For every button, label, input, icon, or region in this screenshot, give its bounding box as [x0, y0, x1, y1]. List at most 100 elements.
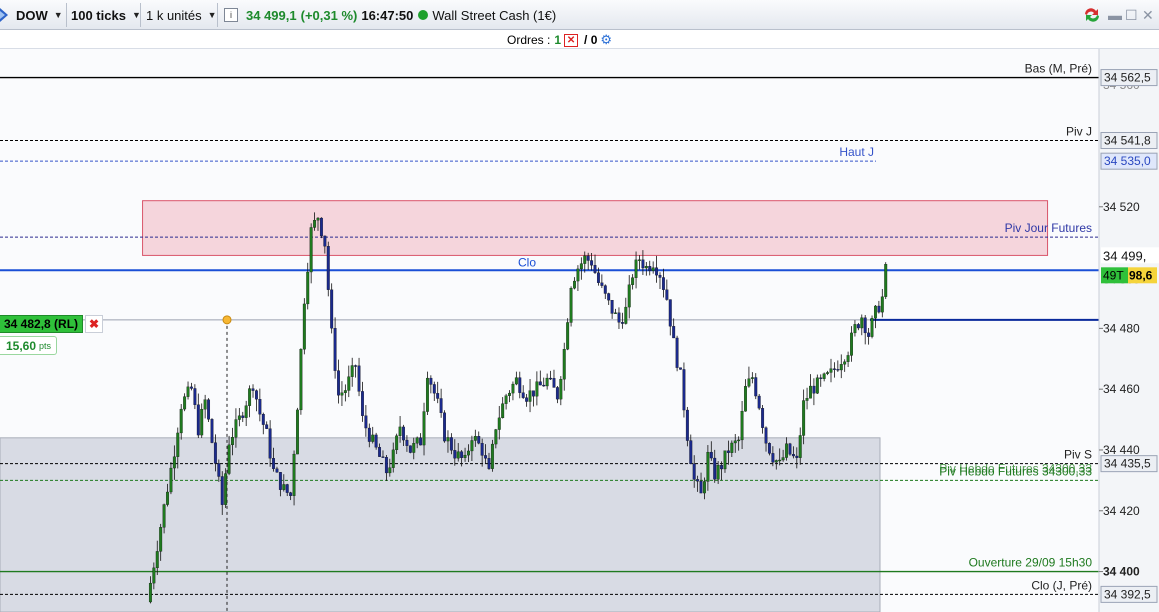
candle-body: [234, 419, 238, 438]
maximize-icon[interactable]: ☐: [1125, 7, 1138, 24]
candle-body: [668, 299, 672, 327]
position-order-widget[interactable]: 34 482,8 (RL) ✖: [0, 315, 104, 333]
chart-menu-icon[interactable]: [0, 5, 10, 25]
candle-body: [620, 322, 624, 324]
candle-body: [692, 463, 696, 480]
candle-body: [148, 582, 152, 603]
candle-body: [679, 367, 682, 370]
sync-icon[interactable]: [1082, 6, 1102, 24]
level-price-label-piv_j: 34 541,8: [1104, 134, 1151, 148]
candle-body: [272, 458, 275, 469]
level-price-label-piv_s: 34 435,5: [1104, 457, 1151, 471]
candle-body: [456, 451, 460, 459]
orders-label: Ordres :: [507, 33, 551, 47]
candle-body: [583, 255, 587, 264]
candle-body: [494, 429, 498, 445]
candle-body: [809, 385, 812, 399]
candle-body: [532, 390, 535, 397]
candle-body: [374, 434, 378, 448]
instrument-selector[interactable]: DOW ▼: [16, 4, 63, 26]
candle-body: [261, 414, 265, 425]
candle-body: [323, 235, 327, 247]
quote-area: i 34 499,1 (+0,31 %) 16:47:50 Wall Stree…: [224, 4, 556, 26]
level-label-piv_jour_futures: Piv Jour Futures: [1005, 221, 1092, 235]
level-price-label-clo_j_pre: 34 392,5: [1104, 587, 1151, 601]
candle-body: [477, 435, 481, 444]
units-selector[interactable]: 1 k unités ▼: [146, 4, 217, 26]
candle-body: [213, 442, 217, 464]
level-label-clo_j_pre: Clo (J, Pré): [1031, 578, 1092, 592]
minimize-icon[interactable]: ▬: [1108, 7, 1122, 23]
candle-body: [819, 377, 823, 379]
candle-body: [764, 427, 768, 444]
candle-body: [179, 408, 183, 434]
candle-body: [750, 377, 754, 379]
candle-body: [210, 419, 214, 443]
candle-body: [378, 447, 382, 457]
candle-body: [347, 376, 351, 391]
candle-body: [627, 284, 631, 308]
candle-body: [569, 288, 573, 323]
candle-body: [364, 415, 368, 429]
sync-icon-svg: [1085, 8, 1099, 22]
candle-body: [785, 443, 788, 458]
candle-body: [644, 266, 648, 269]
candle-body: [781, 457, 785, 461]
candle-body: [576, 268, 580, 282]
candle-body: [624, 306, 628, 324]
candle-body: [501, 403, 505, 419]
ticks-label: 100 ticks: [71, 7, 126, 23]
candle-body: [388, 467, 392, 474]
candle-body: [744, 386, 747, 412]
candle-body: [788, 443, 792, 455]
ticks-selector[interactable]: 100 ticks ▼: [71, 4, 141, 26]
candle-body: [754, 377, 758, 397]
candle-body: [863, 317, 867, 334]
candle-body: [278, 472, 282, 490]
candle-body: [682, 369, 686, 411]
candle-body: [525, 397, 529, 402]
candle-body: [651, 267, 655, 271]
settings-gear-icon[interactable]: ⚙: [600, 32, 612, 48]
instrument-label: DOW: [16, 7, 48, 23]
candle-body: [190, 386, 193, 389]
candle-body: [439, 398, 443, 413]
candle-body: [521, 392, 525, 398]
candle-body: [648, 266, 652, 271]
close-icon[interactable]: ✕: [1142, 7, 1154, 24]
candle-body: [313, 220, 317, 228]
info-icon[interactable]: i: [224, 8, 238, 22]
candle-body: [699, 480, 703, 494]
candle-body: [227, 444, 231, 474]
candle-body: [566, 322, 570, 350]
current-badge-right-label: 98,6: [1129, 268, 1153, 282]
cancel-orders-icon[interactable]: ✕: [564, 33, 579, 47]
candle-body: [545, 377, 549, 387]
candle-body: [453, 450, 457, 459]
candle-body: [795, 455, 799, 458]
candle-body: [162, 504, 166, 528]
candle-body: [429, 377, 433, 385]
level-label-piv_j: Piv J: [1066, 125, 1092, 139]
candle-body: [155, 551, 159, 569]
candle-body: [292, 453, 296, 496]
resistance-zone: [142, 200, 1049, 256]
candle-body: [333, 328, 337, 371]
candle-body: [528, 390, 532, 402]
candle-body: [610, 299, 614, 314]
candle-body: [504, 395, 508, 404]
candle-body: [812, 385, 816, 394]
level-label-bas_m_pre: Bas (M, Pré): [1025, 62, 1092, 76]
candle-body: [665, 289, 669, 300]
candle-body: [631, 277, 635, 285]
level-price-label-haut_j: 34 535,0: [1104, 154, 1151, 168]
candle-body: [877, 305, 881, 313]
candle-body: [839, 364, 843, 371]
candle-body: [826, 372, 830, 374]
candle-body: [443, 412, 446, 442]
price-chart[interactable]: Bas (M, Pré) Piv J Haut J Piv Jour Futures P…: [0, 49, 1159, 612]
candle-body: [467, 450, 470, 456]
candle-body: [703, 481, 706, 494]
close-position-button[interactable]: ✖: [85, 315, 104, 333]
candle-body: [607, 293, 611, 301]
